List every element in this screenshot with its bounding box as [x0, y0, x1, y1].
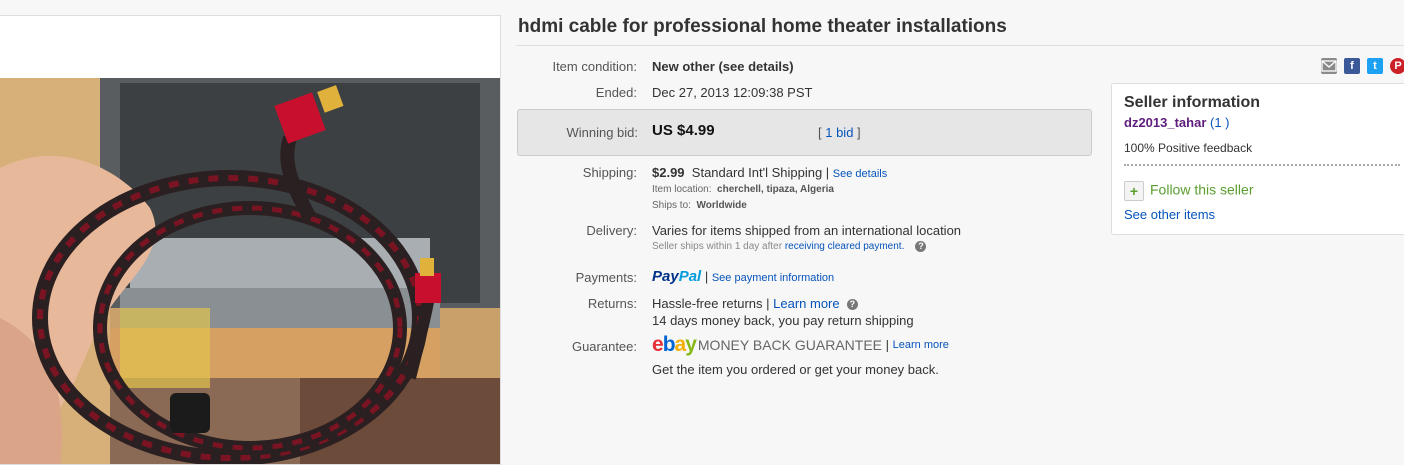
pinterest-icon[interactable]: P — [1390, 58, 1404, 74]
winning-bid-price: US $4.99 — [652, 122, 715, 139]
item-location-label: Item location: — [652, 184, 712, 195]
returns-learn-more-link[interactable]: Learn more — [773, 296, 839, 311]
payments-label: Payments: — [575, 270, 637, 285]
returns-label: Returns: — [587, 296, 637, 311]
follow-seller-label: Follow this seller — [1150, 181, 1254, 198]
seller-feedback-score[interactable]: (1 ) — [1206, 115, 1230, 130]
shipping-value: $2.99 Standard Int'l Shipping | See deta… — [652, 165, 887, 180]
ended-value: Dec 27, 2013 12:09:38 PST — [652, 85, 813, 100]
ebay-letter-y: y — [685, 333, 697, 356]
ebay-letter-e: e — [652, 333, 664, 356]
item-location-value: cherchell, tipaza, Algeria — [717, 184, 834, 195]
guarantee-value: ebay MONEY BACK GUARANTEE | Learn more — [652, 333, 949, 357]
seller-info-title: Seller information — [1124, 94, 1261, 111]
seller-info-box: Seller information dz2013_tahar (1 ) 100… — [1111, 83, 1404, 235]
bid-bracket-close: ] — [853, 125, 861, 140]
follow-seller-button[interactable]: + Follow this seller — [1124, 181, 1253, 201]
facebook-icon[interactable]: f — [1344, 58, 1360, 74]
twitter-icon[interactable]: t — [1367, 58, 1383, 74]
product-image-panel — [0, 15, 501, 465]
help-icon[interactable]: ? — [915, 241, 927, 252]
item-location: Item location: cherchell, tipaza, Algeri… — [652, 184, 834, 195]
seller-name-row: dz2013_tahar (1 ) — [1124, 115, 1230, 130]
seller-divider — [1124, 164, 1400, 166]
shipping-method: Standard Int'l Shipping | — [691, 165, 833, 180]
bid-count: [ 1 bid ] — [818, 125, 861, 140]
cleared-payment-link[interactable]: receiving cleared payment. — [785, 241, 905, 252]
returns-detail: 14 days money back, you pay return shipp… — [652, 313, 914, 328]
delivery-value: Varies for items shipped from an interna… — [652, 223, 962, 238]
ended-label: Ended: — [595, 85, 637, 100]
title-divider — [516, 45, 1404, 46]
product-photo[interactable] — [0, 78, 500, 465]
shipping-details-link[interactable]: See details — [833, 168, 887, 180]
money-back-guarantee-text: MONEY BACK GUARANTEE — [697, 337, 883, 353]
guarantee-learn-more-link[interactable]: Learn more — [893, 339, 949, 351]
ships-to: Ships to: Worldwide — [652, 200, 747, 211]
guarantee-label: Guarantee: — [571, 339, 637, 354]
seller-feedback-percent: 100% Positive feedback — [1124, 141, 1253, 155]
paypal-logo: PayPal — [652, 268, 701, 285]
winning-bid-box: Winning bid: US $4.99 [ 1 bid ] — [517, 109, 1092, 156]
delivery-note: Seller ships within 1 day after receivin… — [652, 241, 927, 253]
returns-value: Hassle-free returns | Learn more ? — [652, 296, 858, 311]
returns-text: Hassle-free returns | — [652, 296, 774, 311]
ebay-letter-a: a — [674, 333, 687, 356]
winning-bid-label: Winning bid: — [566, 125, 638, 140]
shipping-label: Shipping: — [582, 165, 637, 180]
ships-to-value: Worldwide — [696, 200, 747, 211]
payment-separator: | — [701, 269, 712, 284]
bid-history-link[interactable]: 1 bid — [825, 125, 853, 140]
paypal-pay: Pay — [652, 268, 679, 285]
condition-label: Item condition: — [552, 59, 637, 74]
delivery-note-text: Seller ships within 1 day after — [652, 241, 785, 253]
paypal-pal: Pal — [678, 268, 702, 285]
email-icon[interactable] — [1321, 58, 1337, 74]
shipping-cost: $2.99 — [652, 165, 685, 180]
plus-icon: + — [1124, 181, 1144, 201]
seller-username-link[interactable]: dz2013_tahar — [1124, 115, 1206, 130]
item-title: hdmi cable for professional home theater… — [518, 16, 1007, 37]
payments-value: PayPal | See payment information — [652, 268, 834, 285]
payment-info-link[interactable]: See payment information — [712, 272, 834, 284]
help-icon[interactable]: ? — [846, 299, 858, 311]
see-other-items-link[interactable]: See other items — [1124, 207, 1215, 222]
condition-value: New other (see details) — [652, 59, 794, 74]
guarantee-detail: Get the item you ordered or get your mon… — [652, 362, 939, 377]
guarantee-separator: | — [882, 337, 893, 353]
ebay-logo: ebay — [652, 333, 697, 356]
delivery-label: Delivery: — [586, 223, 637, 238]
ebay-letter-b: b — [662, 333, 676, 356]
ships-to-label: Ships to: — [652, 200, 691, 211]
